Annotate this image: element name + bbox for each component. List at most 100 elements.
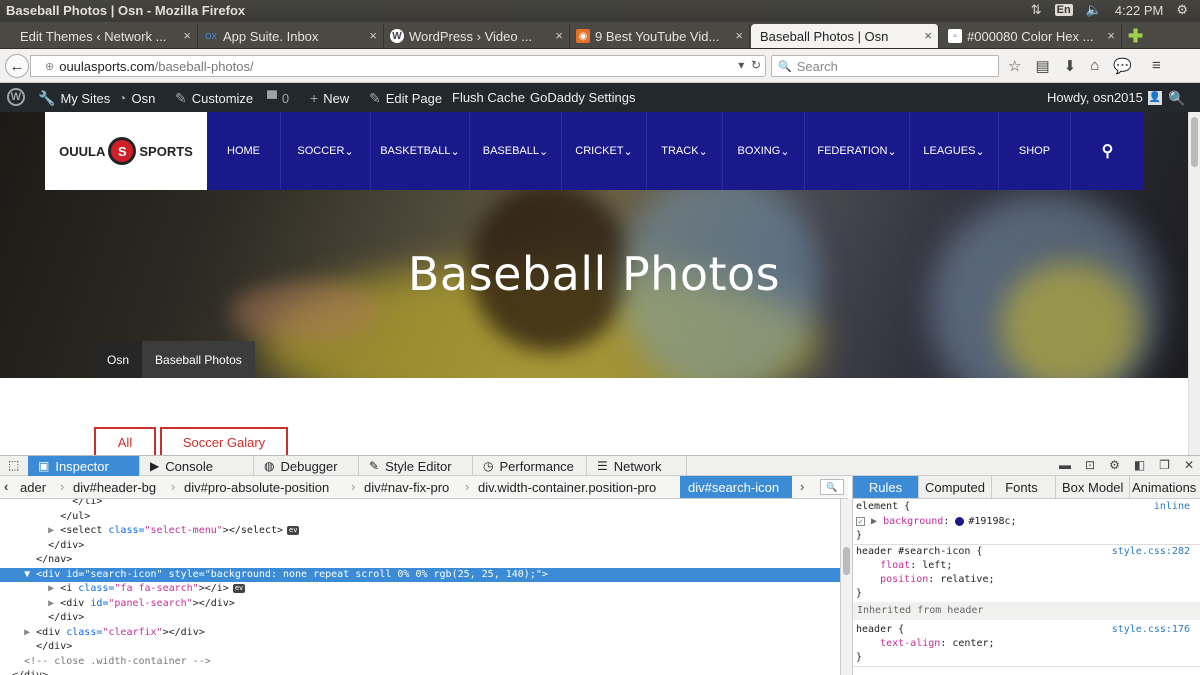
property-name[interactable]: position [880, 574, 928, 585]
property-value[interactable]: relative [940, 574, 988, 585]
rule-declaration[interactable]: float: left; [856, 559, 1196, 573]
rule-declaration[interactable]: text-align: center; [856, 637, 1196, 651]
nav-item-cricket[interactable]: CRICKET ⌄ [562, 112, 647, 190]
rule-source-link[interactable]: style.css:176 [1112, 623, 1190, 637]
rule-declaration[interactable]: position: relative; [856, 573, 1196, 587]
rule-source-link[interactable]: style.css:282 [1112, 545, 1190, 559]
tab-youtube-best[interactable]: ◉ 9 Best YouTube Vid... × [570, 24, 750, 48]
reading-list-icon[interactable]: ▤ [1035, 57, 1049, 75]
filter-soccer-galary-button[interactable]: Soccer Galary [160, 427, 288, 455]
pick-element-icon[interactable]: ⬚ [8, 458, 19, 472]
tab-inspector[interactable]: ▣ Inspector [28, 456, 140, 476]
breadcrumb-node-selected[interactable]: div#search-icon [680, 476, 792, 498]
markup-node[interactable]: </li> [0, 499, 840, 510]
undock-icon[interactable]: ❐ [1159, 458, 1170, 472]
markup-node[interactable]: ▶ <i class="fa fa-search"></i> ev [0, 582, 840, 597]
color-swatch[interactable] [955, 516, 965, 526]
site-identity-icon[interactable]: ⊕ [45, 60, 54, 73]
breadcrumb-home[interactable]: Osn [94, 341, 143, 378]
godaddy-settings-link[interactable]: GoDaddy Settings [530, 90, 636, 105]
responsive-mode-icon[interactable]: ⊡ [1085, 458, 1095, 472]
markup-node[interactable]: ▶ <select class="select-menu"></select> e… [0, 524, 840, 539]
clock[interactable]: 4:22 PM [1115, 3, 1163, 18]
chat-icon[interactable]: 💬 [1113, 57, 1132, 75]
close-tab-icon[interactable]: × [924, 28, 932, 43]
scrollbar-thumb[interactable] [1191, 117, 1198, 167]
markup-node[interactable]: </nav> [0, 553, 840, 568]
nav-item-basketball[interactable]: BASKETBALL ⌄ [371, 112, 470, 190]
tab-edit-themes[interactable]: Edit Themes ‹ Network ... × [14, 24, 198, 48]
close-tab-icon[interactable]: × [1107, 28, 1115, 43]
property-value[interactable]: #19198c [968, 516, 1010, 527]
nav-item-home[interactable]: HOME [207, 112, 281, 190]
download-icon[interactable]: ⬇ [1064, 57, 1077, 75]
split-console-icon[interactable]: ▬ [1059, 458, 1071, 472]
network-arrows-icon[interactable]: ⇅ [1031, 2, 1042, 18]
comments-link[interactable]: ▀ 0 [267, 90, 289, 106]
my-sites-menu[interactable]: 🔧 My Sites [38, 90, 110, 107]
tab-performance[interactable]: ◷ Performance [473, 456, 587, 476]
tab-app-suite[interactable]: OX App Suite. Inbox × [198, 24, 384, 48]
tab-animations[interactable]: Animations [1126, 476, 1200, 498]
event-badge-icon[interactable]: ev [287, 525, 300, 535]
volume-icon[interactable]: 🔈 [1086, 2, 1102, 18]
nav-item-baseball[interactable]: BASEBALL ⌄ [470, 112, 562, 190]
tab-network[interactable]: ☰ Network [587, 456, 687, 476]
property-name[interactable]: float [880, 560, 910, 571]
rule-declaration[interactable]: ✓ ▶ background: #19198c; [856, 515, 1196, 529]
tab-rules[interactable]: Rules [853, 476, 919, 498]
edit-page-link[interactable]: ✎ Edit Page [369, 90, 442, 107]
home-icon[interactable]: ⌂ [1090, 57, 1099, 75]
tab-box-model[interactable]: Box Model [1056, 476, 1131, 498]
tab-computed[interactable]: Computed [919, 476, 992, 498]
scrollbar-thumb[interactable] [843, 547, 850, 575]
new-tab-plus-icon[interactable]: ✚ [1128, 26, 1143, 47]
nav-item-boxing[interactable]: BOXING ⌄ [723, 112, 805, 190]
flush-cache-link[interactable]: Flush Cache [452, 90, 525, 105]
settings-gear-icon[interactable]: ⚙ [1109, 458, 1120, 472]
keyboard-layout-indicator[interactable]: En [1054, 4, 1073, 16]
scroll-left-icon[interactable]: ‹ [4, 479, 8, 494]
markup-node-selected[interactable]: ▼ <div id="search-icon" style="backgroun… [0, 567, 840, 582]
site-logo[interactable]: OUULA S SPORTS [45, 112, 207, 190]
property-value[interactable]: center [952, 638, 988, 649]
url-bar[interactable]: ⊕ ouulasports.com/baseball-photos/ ▾ ↻ [30, 55, 766, 77]
wordpress-logo-icon[interactable]: W [7, 88, 25, 106]
markup-node[interactable]: <!-- close .width-container --> [0, 655, 840, 670]
close-tab-icon[interactable]: × [735, 28, 743, 43]
markup-node[interactable]: </div> [0, 640, 840, 655]
url-dropdown-reload-icons[interactable]: ▾ ↻ [738, 58, 761, 72]
nav-item-track[interactable]: TRACK ⌄ [647, 112, 723, 190]
close-tab-icon[interactable]: × [555, 28, 563, 43]
property-name[interactable]: text-align [880, 638, 940, 649]
nav-search-icon[interactable]: ⚲ [1071, 112, 1144, 190]
expand-arrow-icon[interactable]: ▶ [871, 516, 877, 527]
nav-item-shop[interactable]: SHOP [999, 112, 1071, 190]
markup-scrollbar[interactable] [840, 499, 852, 675]
page-scrollbar[interactable] [1188, 112, 1200, 455]
nav-item-soccer[interactable]: SOCCER ⌄ [281, 112, 371, 190]
nav-item-leagues[interactable]: LEAGUES ⌄ [910, 112, 999, 190]
breadcrumb-node[interactable]: div#pro-absolute-position [176, 476, 337, 498]
tab-console[interactable]: ▶ Console [140, 456, 254, 476]
tab-style-editor[interactable]: ✎ Style Editor [359, 456, 473, 476]
markup-node[interactable]: ▶ <div class="clearfix"></div> [0, 626, 840, 641]
property-name[interactable]: background [883, 516, 943, 527]
tab-color-hex[interactable]: ▫ #000080 Color Hex ... × [942, 24, 1122, 48]
back-button[interactable]: ← [5, 54, 29, 78]
tab-fonts[interactable]: Fonts [988, 476, 1056, 498]
admin-search-icon[interactable]: 🔍 [1168, 90, 1185, 107]
markup-node[interactable]: ▶ <div id="panel-search"></div> [0, 597, 840, 612]
markup-node[interactable]: </ul> [0, 510, 840, 525]
markup-node[interactable]: </div> [0, 611, 840, 626]
breadcrumb-node[interactable]: div.width-container.position-pro [470, 476, 664, 498]
event-badge-icon[interactable]: ev [232, 583, 246, 593]
breadcrumb-node[interactable]: ader [12, 476, 54, 498]
close-tab-icon[interactable]: × [183, 28, 191, 43]
bookmark-star-icon[interactable]: ☆ [1008, 57, 1021, 75]
search-input[interactable]: 🔍 Search [771, 55, 999, 77]
nav-item-federation[interactable]: FEDERATION ⌄ [805, 112, 910, 190]
enable-checkbox[interactable]: ✓ [856, 516, 865, 526]
scroll-right-icon[interactable]: › [800, 479, 804, 494]
breadcrumb-node[interactable]: div#nav-fix-pro [356, 476, 457, 498]
